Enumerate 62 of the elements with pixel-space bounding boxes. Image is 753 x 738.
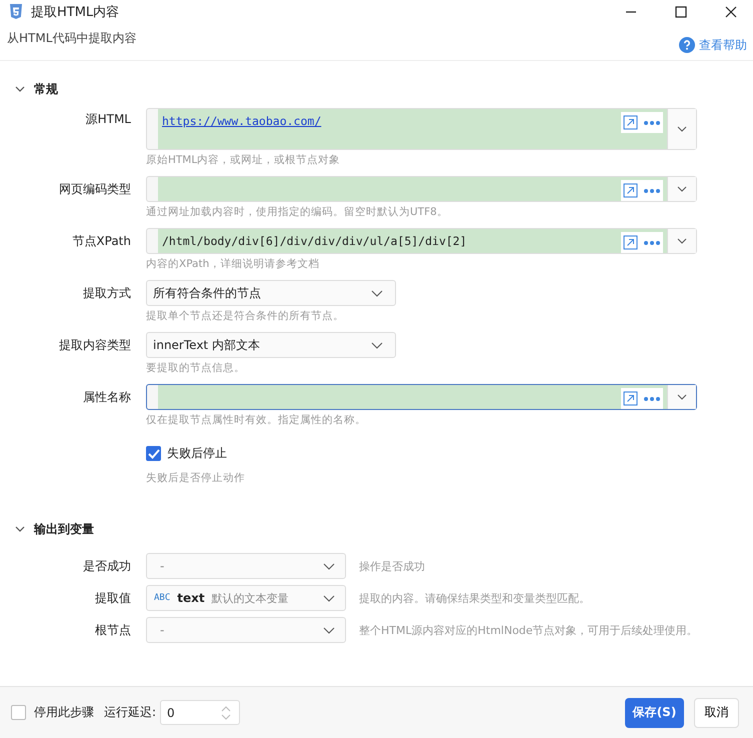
delay-spinner[interactable]: 0 — [160, 700, 240, 725]
field-hint: 通过网址加载内容时，使用指定的编码。留空时默认为UTF8。 — [146, 205, 449, 219]
html5-icon — [9, 4, 23, 20]
field-value: https://www.taobao.com/ — [162, 113, 322, 128]
expression-field[interactable]: https://www.taobao.com/ — [146, 108, 697, 150]
section-title: 常规 — [34, 80, 58, 98]
field-hint: 提取的内容。请确保结果类型和变量类型匹配。 — [359, 590, 590, 606]
expand-icon[interactable] — [623, 235, 638, 250]
checkbox[interactable]: 停用此步骤 — [11, 704, 94, 721]
dropdown-icon[interactable] — [677, 126, 687, 132]
field-label: 根节点 — [94, 622, 131, 638]
field-hint: 原始HTML内容，或网址，或根节点对象 — [146, 153, 342, 167]
field-label: 提取值 — [94, 590, 131, 606]
delay-label: 运行延迟: — [104, 704, 156, 721]
field-label: 网页编码类型 — [58, 181, 131, 198]
field-label: 源HTML — [84, 111, 131, 128]
expression-field[interactable] — [146, 384, 697, 410]
dropdown-icon[interactable] — [677, 238, 687, 244]
field-label: 属性名称 — [82, 389, 131, 406]
field-hint: 内容的XPath，详细说明请参考文档 — [146, 257, 320, 271]
caret-icon — [323, 562, 335, 570]
checkmark-icon — [148, 448, 160, 458]
field-label: 提取方式 — [82, 285, 131, 302]
more-icon[interactable] — [643, 120, 661, 126]
field-value: /html/body/div[6]/div/div/div/ul/a[5]/div[2] — [162, 233, 467, 248]
expression-field[interactable]: /html/body/div[6]/div/div/div/ul/a[5]/div[2] — [146, 228, 697, 254]
more-icon[interactable] — [643, 188, 661, 194]
field-label: 节点XPath — [71, 233, 131, 250]
save-button[interactable]: 保存(S) — [625, 698, 684, 728]
caret-icon — [371, 342, 383, 348]
more-icon[interactable] — [643, 240, 661, 246]
close-icon[interactable] — [725, 6, 737, 18]
field-hint: 操作是否成功 — [359, 558, 425, 574]
variable-dropdown[interactable]: ABC text 默认的文本变量 — [146, 585, 346, 611]
field-hint: 仅在提取节点属性时有效。指定属性的名称。 — [146, 413, 367, 427]
window-title: 提取HTML内容 — [31, 4, 120, 21]
chevron-icon[interactable] — [15, 524, 25, 534]
field-hint: 提取单个节点还是符合条件的所有节点。 — [146, 309, 345, 323]
caret-icon — [371, 290, 383, 296]
section-title: 输出到变量 — [34, 520, 94, 538]
field-hint: 整个HTML源内容对应的HtmlNode节点对象，可用于后续处理使用。 — [359, 622, 698, 638]
help-icon — [679, 37, 695, 53]
expand-icon[interactable] — [623, 115, 638, 130]
field-hint: 要提取的节点信息。 — [146, 361, 246, 375]
maximize-icon[interactable] — [675, 6, 687, 18]
window-subtitle: 从HTML代码中提取内容 — [7, 30, 136, 47]
dropdown-icon[interactable] — [677, 186, 687, 192]
caret-icon — [323, 626, 335, 634]
cancel-button[interactable]: 取消 — [694, 698, 739, 728]
checkbox[interactable]: 失败后停止 — [146, 445, 245, 462]
checkbox-hint: 失败后是否停止动作 — [146, 471, 245, 485]
expand-icon[interactable] — [623, 391, 638, 406]
dropdown-icon[interactable] — [677, 394, 687, 400]
caret-icon — [323, 594, 335, 602]
field-label: 是否成功 — [82, 558, 131, 574]
expand-icon[interactable] — [623, 183, 638, 198]
chevron-icon[interactable] — [15, 84, 25, 94]
help-link[interactable]: 查看帮助 — [679, 36, 747, 54]
field-label: 提取内容类型 — [58, 337, 131, 354]
dropdown[interactable]: innerText 内部文本 — [146, 332, 396, 358]
more-icon[interactable] — [643, 396, 661, 402]
dropdown[interactable]: 所有符合条件的节点 — [146, 280, 396, 306]
